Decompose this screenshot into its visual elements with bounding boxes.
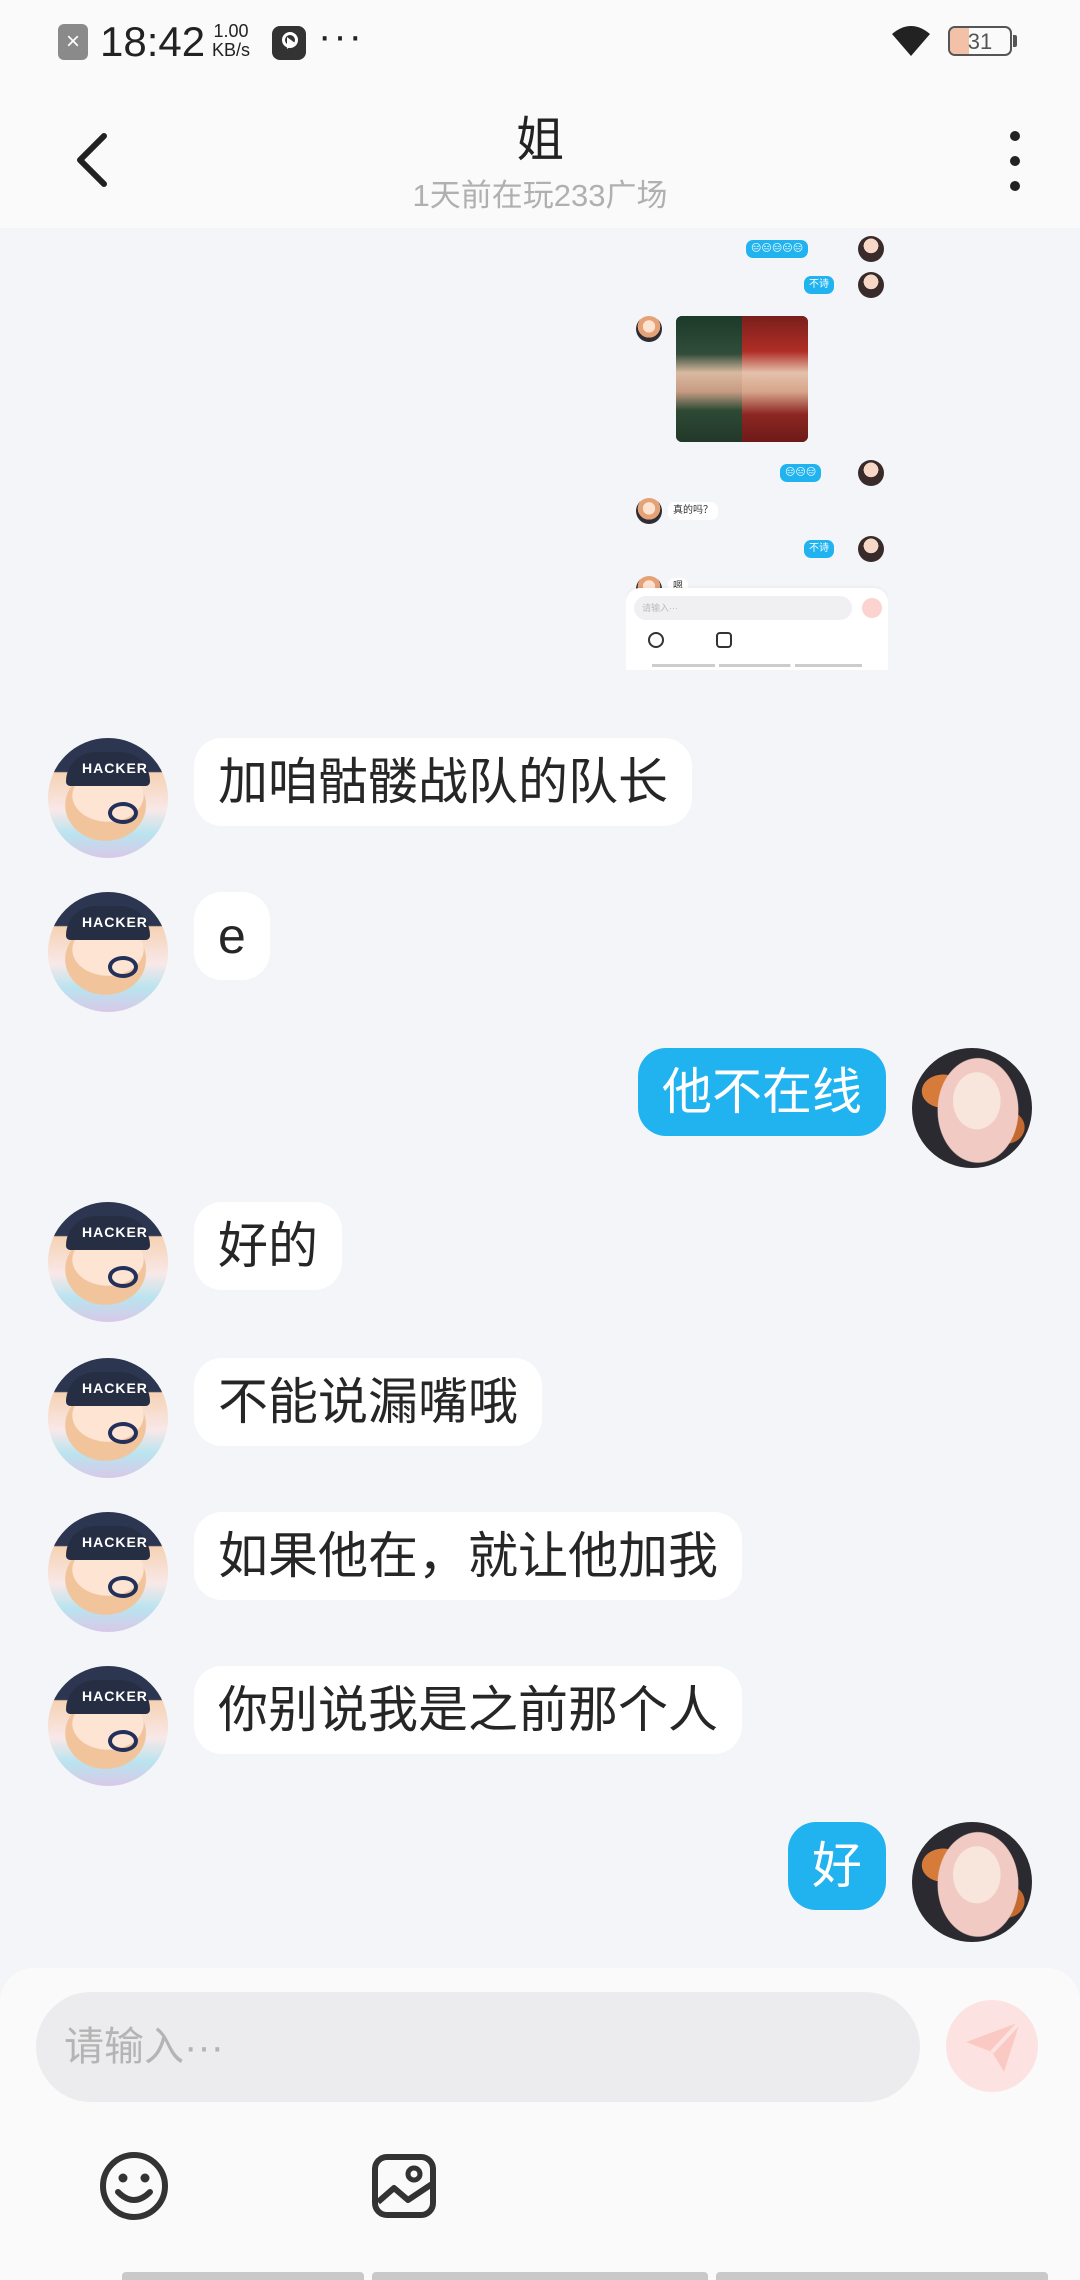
send-button[interactable] <box>946 2000 1038 2092</box>
friend-avatar[interactable]: HACKER <box>48 892 168 1012</box>
more-icon[interactable] <box>1000 126 1030 196</box>
chat-subtitle: 1天前在玩233广场 <box>412 178 668 213</box>
mini-input-field: 请输入··· <box>634 596 852 620</box>
message-input-bar: 请输入··· <box>0 1968 1080 2280</box>
media-play-icon <box>272 26 306 60</box>
mini-input-bar: 请输入··· <box>626 588 888 670</box>
message-bubble-received[interactable]: 不能说漏嘴哦 <box>194 1358 542 1446</box>
friend-avatar[interactable]: HACKER <box>48 1512 168 1632</box>
emoji-icon[interactable] <box>98 2150 170 2222</box>
avatar-cap-text: HACKER <box>82 1380 148 1396</box>
shared-screenshot-image[interactable]: 😑😑😑😑😑 不诗 😑😑😑 真的吗？ 不诗 嗯 请输入··· <box>626 228 888 670</box>
mini-bottom-bar <box>652 664 862 667</box>
mini-message: 真的吗？ <box>668 502 718 520</box>
bottom-tab-indicator <box>122 2272 364 2280</box>
mini-send-icon <box>862 598 882 618</box>
bottom-tab-indicator <box>716 2272 1048 2280</box>
friend-avatar[interactable]: HACKER <box>48 1666 168 1786</box>
message-bubble-received[interactable]: 你别说我是之前那个人 <box>194 1666 742 1754</box>
avatar-cap-text: HACKER <box>82 914 148 930</box>
mini-emoji-icon <box>648 632 664 648</box>
mini-image-icon <box>716 632 732 648</box>
friend-avatar[interactable]: HACKER <box>48 1202 168 1322</box>
status-time: 18:42 <box>100 18 206 65</box>
mini-avatar <box>858 236 884 262</box>
image-icon[interactable] <box>370 2152 438 2220</box>
mini-message: 😑😑😑😑😑 <box>746 240 809 258</box>
friend-avatar[interactable]: HACKER <box>48 1358 168 1478</box>
avatar-cap-text: HACKER <box>82 1534 148 1550</box>
my-avatar[interactable] <box>912 1048 1032 1168</box>
message-input-placeholder: 请输入··· <box>64 2025 224 2069</box>
mini-avatar <box>636 316 662 342</box>
mini-message: 😑😑😑 <box>780 464 822 482</box>
avatar-cap-text: HACKER <box>82 760 148 776</box>
message-bubble-received[interactable]: 好的 <box>194 1202 342 1290</box>
message-bubble-received[interactable]: e <box>194 892 270 980</box>
mini-avatar <box>858 460 884 486</box>
wifi-icon <box>892 26 930 56</box>
bottom-tab-indicator <box>372 2272 708 2280</box>
mini-avatar <box>858 536 884 562</box>
message-bubble-sent[interactable]: 好 <box>788 1822 886 1910</box>
more-notifications-icon: ··· <box>318 14 364 58</box>
avatar-cap-text: HACKER <box>82 1224 148 1240</box>
message-bubble-received[interactable]: 如果他在，就让他加我 <box>194 1512 742 1600</box>
send-icon <box>966 2020 1022 2072</box>
net-speed: 1.00 KB/s <box>212 22 250 60</box>
chat-header: 姐 1天前在玩233广场 <box>0 86 1080 228</box>
message-bubble-sent[interactable]: 他不在线 <box>638 1048 886 1136</box>
mini-avatar <box>858 272 884 298</box>
mini-message: 不诗 <box>804 540 834 558</box>
friend-avatar[interactable]: HACKER <box>48 738 168 858</box>
net-speed-value: 1.00 <box>213 21 249 41</box>
battery-level: 31 <box>967 29 993 54</box>
message-bubble-received[interactable]: 加咱骷髅战队的队长 <box>194 738 692 826</box>
mini-avatar <box>636 498 662 524</box>
battery-icon: 31 <box>948 26 1012 56</box>
message-input[interactable]: 请输入··· <box>36 1992 920 2102</box>
status-bar: × 18:42 1.00 KB/s ··· 31 <box>0 0 1080 86</box>
notification-close-icon: × <box>58 24 88 60</box>
battery-tip <box>1013 35 1017 47</box>
net-speed-unit: KB/s <box>212 40 251 60</box>
avatar-cap-text: HACKER <box>82 1688 148 1704</box>
mini-photo <box>676 316 808 442</box>
my-avatar[interactable] <box>912 1822 1032 1942</box>
mini-message: 不诗 <box>804 276 834 294</box>
chat-title: 姐 <box>515 114 564 167</box>
